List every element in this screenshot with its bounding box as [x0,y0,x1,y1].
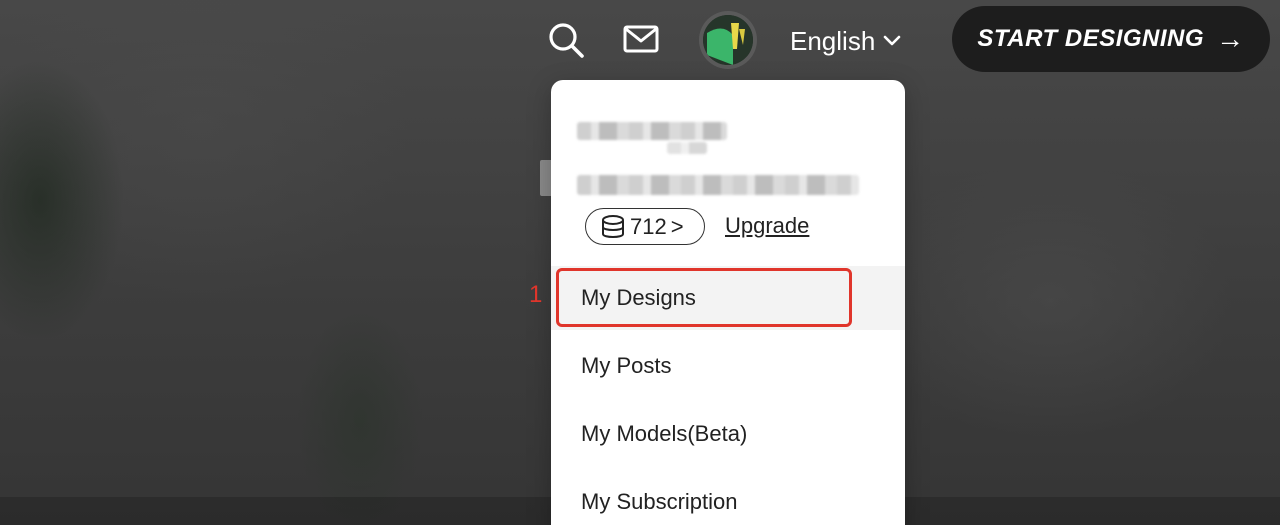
search-icon [549,23,584,58]
credits-count: 712 [630,213,667,239]
credits-badge[interactable]: 712 > [585,208,705,245]
language-selector[interactable]: English [790,24,901,58]
blurred-username [577,122,727,140]
credits-arrow: > [670,213,684,239]
arrow-right-icon: → [1216,23,1245,54]
menu-item-my-posts[interactable]: My Posts [551,334,905,398]
blurred-detail [667,142,707,154]
menu-item-label: My Posts [581,353,672,378]
menu-item-my-models[interactable]: My Models(Beta) [551,402,905,466]
avatar-image [703,15,753,65]
menu-item-label: My Subscription [581,489,738,514]
user-avatar[interactable] [699,11,757,69]
user-dropdown-menu: 712 > Upgrade My Designs My Posts My Mod… [551,80,905,525]
mail-icon [623,25,659,53]
start-designing-button[interactable]: START DESIGNING → [952,6,1270,72]
search-button[interactable] [546,20,586,60]
language-label: English [790,25,876,56]
annotation-number: 1 [529,281,543,308]
blurred-email [577,175,859,195]
menu-item-my-subscription[interactable]: My Subscription [551,470,905,525]
menu-item-my-designs[interactable]: My Designs [551,266,905,330]
menu-item-label: My Designs [581,285,696,310]
menu-item-label: My Models(Beta) [581,421,748,446]
upgrade-link[interactable]: Upgrade [725,213,809,239]
chevron-down-icon [883,35,901,46]
mail-button[interactable] [621,20,661,60]
start-designing-label: START DESIGNING [977,25,1205,52]
top-navigation-bar: English START DESIGNING → [0,0,1280,80]
database-icon [602,214,624,238]
